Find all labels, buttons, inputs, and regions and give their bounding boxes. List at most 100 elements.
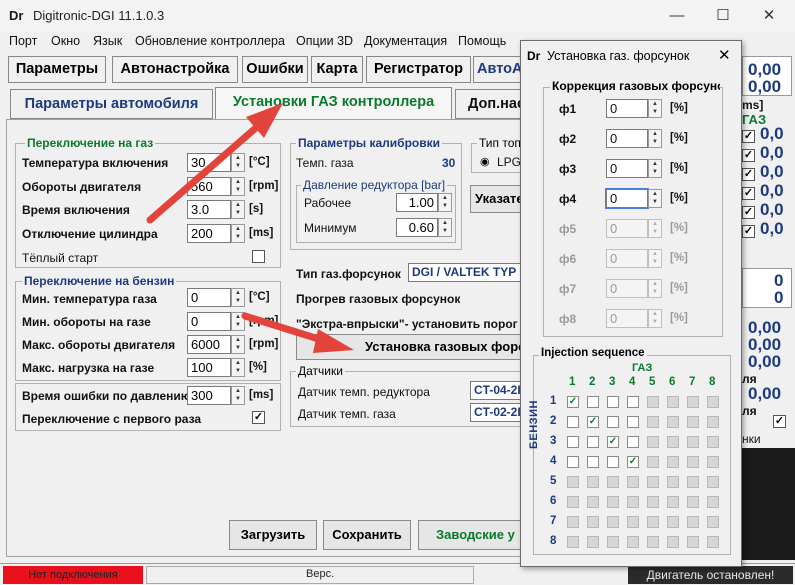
min-pressure-input[interactable]: 0.60 (396, 218, 438, 237)
sequence-cell[interactable] (587, 396, 599, 408)
injector-correction-spinner[interactable]: ▲ ▼ (648, 309, 662, 328)
tab-auto[interactable]: АвтоА (473, 56, 523, 83)
sequence-cell[interactable] (647, 536, 659, 548)
sequence-cell[interactable] (567, 496, 579, 508)
first-switch-checkbox[interactable]: ✓ (252, 411, 265, 424)
sequence-cell[interactable] (687, 476, 699, 488)
injector-correction-spinner[interactable]: ▲ ▼ (648, 129, 662, 148)
sequence-cell[interactable] (627, 496, 639, 508)
sequence-cell[interactable] (667, 536, 679, 548)
menu-options-3d[interactable]: Опции 3D (296, 34, 353, 48)
tab-autotune[interactable]: Автонастройка (112, 56, 238, 83)
sequence-cell[interactable] (687, 436, 699, 448)
sequence-cell[interactable] (647, 396, 659, 408)
min-gas-rpm-input[interactable]: 0 (187, 312, 231, 331)
menu-language[interactable]: Язык (93, 34, 122, 48)
sequence-cell[interactable]: ✓ (627, 456, 639, 468)
sequence-cell[interactable] (587, 456, 599, 468)
maximize-icon[interactable]: ☐ (708, 4, 738, 28)
switch-time-spinner[interactable]: ▲ ▼ (231, 200, 245, 219)
gas-sensor-select[interactable]: CT-02-2I (470, 403, 524, 422)
sequence-cell[interactable] (607, 496, 619, 508)
sequence-cell[interactable] (567, 416, 579, 428)
sequence-cell[interactable] (707, 536, 719, 548)
injector-correction-input[interactable]: 0 (605, 188, 649, 209)
sequence-cell[interactable] (627, 476, 639, 488)
sequence-cell[interactable]: ✓ (567, 396, 579, 408)
pressure-error-input[interactable]: 300 (187, 386, 231, 405)
injector-correction-spinner[interactable]: ▲ ▼ (648, 219, 662, 238)
switch-temp-input[interactable]: 30 (187, 153, 231, 172)
injector-correction-input[interactable]: 0 (606, 99, 648, 118)
cylinder-off-input[interactable]: 200 (187, 224, 231, 243)
sequence-cell[interactable] (667, 396, 679, 408)
injector-settings-button[interactable]: Установка газовых форсу (296, 334, 524, 360)
tab-errors[interactable]: Ошибки (242, 56, 308, 83)
max-rpm-spinner[interactable]: ▲ ▼ (231, 335, 245, 354)
menu-update[interactable]: Обновление контроллера (135, 34, 285, 48)
work-pressure-input[interactable]: 1.00 (396, 193, 438, 212)
warm-start-checkbox[interactable] (252, 250, 265, 263)
injector-type-select[interactable]: DGI / VALTEK TYP (408, 263, 524, 282)
sequence-cell[interactable] (707, 396, 719, 408)
close-icon[interactable]: ✕ (754, 4, 784, 28)
injector-correction-input[interactable]: 0 (606, 249, 648, 268)
work-pressure-spinner[interactable]: ▲ ▼ (438, 193, 452, 212)
readout-check-1[interactable]: ✓ (742, 130, 755, 143)
tab-map[interactable]: Карта (311, 56, 363, 83)
sequence-cell[interactable] (647, 516, 659, 528)
min-pressure-spinner[interactable]: ▲ ▼ (438, 218, 452, 237)
sequence-cell[interactable] (707, 436, 719, 448)
readout-check-4[interactable]: ✓ (742, 187, 755, 200)
menu-port[interactable]: Порт (9, 34, 37, 48)
sequence-cell[interactable] (647, 416, 659, 428)
sequence-cell[interactable] (587, 496, 599, 508)
menu-window[interactable]: Окно (51, 34, 80, 48)
sequence-cell[interactable] (607, 416, 619, 428)
max-load-spinner[interactable]: ▲ ▼ (231, 358, 245, 377)
engine-rpm-spinner[interactable]: ▲ ▼ (231, 177, 245, 196)
sequence-cell[interactable] (687, 456, 699, 468)
readout-check-6[interactable]: ✓ (742, 225, 755, 238)
menu-help[interactable]: Помощь (458, 34, 506, 48)
sequence-cell[interactable] (647, 456, 659, 468)
readout-check-3[interactable]: ✓ (742, 168, 755, 181)
readout-check-7[interactable]: ✓ (773, 415, 786, 428)
sequence-cell[interactable] (707, 516, 719, 528)
sequence-cell[interactable] (667, 436, 679, 448)
dialog-close-icon[interactable]: ✕ (718, 46, 731, 64)
injector-correction-spinner[interactable]: ▲ ▼ (648, 189, 662, 208)
injector-correction-input[interactable]: 0 (606, 129, 648, 148)
sequence-cell[interactable] (667, 516, 679, 528)
reducer-sensor-select[interactable]: CT-04-2I (470, 381, 524, 400)
sequence-cell[interactable] (647, 436, 659, 448)
min-gas-temp-spinner[interactable]: ▲ ▼ (231, 288, 245, 307)
sequence-cell[interactable] (587, 476, 599, 488)
min-gas-rpm-spinner[interactable]: ▲ ▼ (231, 312, 245, 331)
sequence-cell[interactable] (607, 476, 619, 488)
sequence-cell[interactable] (567, 436, 579, 448)
injector-correction-input[interactable]: 0 (606, 279, 648, 298)
injector-correction-spinner[interactable]: ▲ ▼ (648, 279, 662, 298)
readout-check-5[interactable]: ✓ (742, 206, 755, 219)
sequence-cell[interactable] (667, 476, 679, 488)
factory-settings-button[interactable]: Заводские у (418, 520, 524, 550)
cylinder-off-spinner[interactable]: ▲ ▼ (231, 224, 245, 243)
max-rpm-input[interactable]: 6000 (187, 335, 231, 354)
sequence-cell[interactable] (687, 536, 699, 548)
sequence-cell[interactable] (587, 436, 599, 448)
sequence-cell[interactable]: ✓ (587, 416, 599, 428)
tab-recorder[interactable]: Регистратор (366, 56, 471, 83)
switch-temp-spinner[interactable]: ▲ ▼ (231, 153, 245, 172)
injector-correction-input[interactable]: 0 (606, 219, 648, 238)
sequence-cell[interactable] (627, 416, 639, 428)
sequence-cell[interactable] (687, 396, 699, 408)
min-gas-temp-input[interactable]: 0 (187, 288, 231, 307)
sequence-cell[interactable] (587, 536, 599, 548)
sequence-cell[interactable] (707, 496, 719, 508)
sequence-cell[interactable] (607, 536, 619, 548)
sequence-cell[interactable]: ✓ (607, 436, 619, 448)
tab-parameters[interactable]: Параметры (8, 56, 106, 83)
sequence-cell[interactable] (567, 476, 579, 488)
max-load-input[interactable]: 100 (187, 358, 231, 377)
